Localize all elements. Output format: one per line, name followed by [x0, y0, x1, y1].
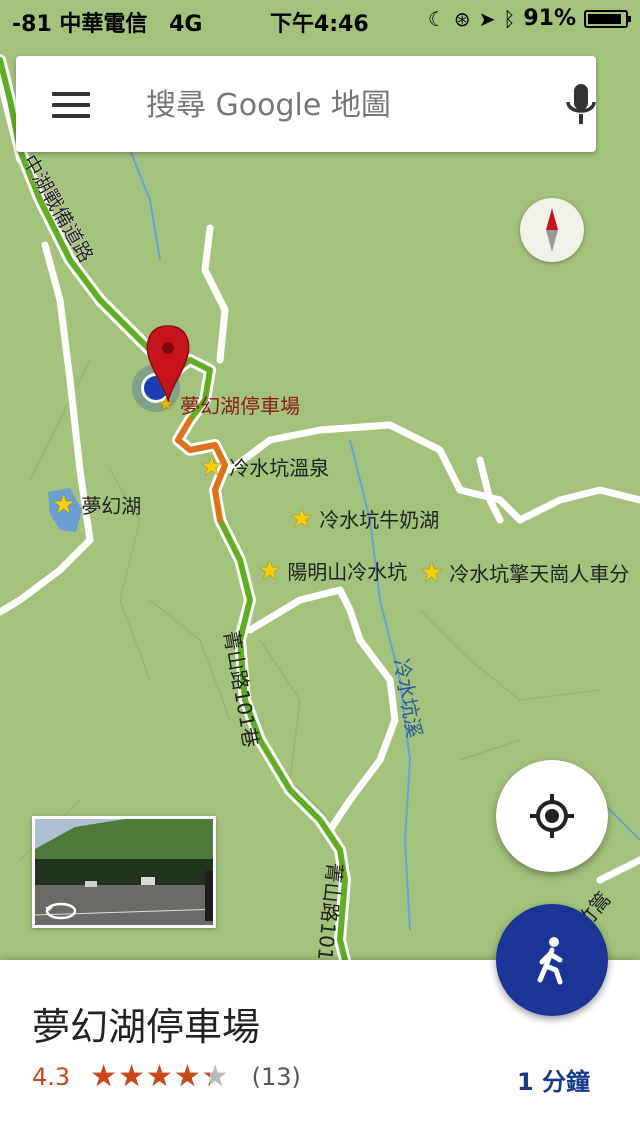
- battery-icon: [584, 9, 631, 28]
- poi-label: 夢幻湖停車場: [180, 394, 301, 418]
- my-location-icon: [530, 794, 574, 838]
- compass-button[interactable]: [520, 198, 584, 262]
- star-marker-icon: ★: [258, 555, 282, 586]
- poi-qingtiangang[interactable]: ★ 冷水坑擎天崗人車分: [420, 558, 629, 587]
- my-location-button[interactable]: [496, 760, 608, 872]
- rating-value: 4.3: [32, 1063, 71, 1091]
- rating-row: 4.3 ★★★★★ ★★★★★ (13): [32, 1062, 301, 1092]
- carrier-name: -81 中華電信: [12, 12, 148, 37]
- location-arrow-icon: ➤: [478, 6, 496, 31]
- 360-rotate-icon: [45, 902, 77, 920]
- bluetooth-icon: ᛒ: [503, 6, 516, 31]
- search-input[interactable]: [144, 80, 528, 130]
- poi-yangmingshan-lengshuikeng[interactable]: ★ 陽明山冷水坑: [258, 556, 407, 585]
- star-marker-icon: ★: [200, 451, 224, 482]
- star-marker-icon: ★: [420, 557, 444, 588]
- status-icons: ☾ ⊛ ➤ ᛒ 91%: [427, 6, 631, 31]
- battery-fill: [588, 13, 621, 24]
- hamburger-menu-icon[interactable]: [52, 92, 90, 118]
- travel-time: 1 分鐘: [516, 1068, 590, 1096]
- microphone-icon[interactable]: [564, 82, 598, 128]
- search-bar[interactable]: [16, 56, 596, 152]
- poi-label: 陽明山冷水坑: [287, 560, 408, 584]
- rotation-lock-icon: ⊛: [453, 6, 471, 31]
- status-bar: -81 中華電信 4G 下午4:46 ☾ ⊛ ➤ ᛒ 91%: [0, 0, 640, 40]
- poi-label: 夢幻湖: [81, 494, 142, 518]
- poi-milk-lake[interactable]: ★ 冷水坑牛奶湖: [290, 504, 439, 533]
- street-view-thumbnail[interactable]: [32, 816, 216, 928]
- compass-icon: [546, 208, 558, 252]
- poi-label: 冷水坑牛奶湖: [319, 508, 440, 532]
- carrier-info: -81 中華電信 4G: [12, 6, 202, 38]
- star-marker-icon: ★: [158, 393, 175, 415]
- poi-label: 冷水坑擎天崗人車分: [449, 562, 630, 586]
- poi-menghuan-parking[interactable]: ★ 夢幻湖停車場: [158, 390, 300, 419]
- star-marker-icon: ★: [290, 503, 314, 534]
- battery-percent: 91%: [523, 6, 576, 31]
- moon-icon: ☾: [427, 6, 446, 31]
- review-count[interactable]: (13): [252, 1063, 301, 1091]
- place-title: 夢幻湖停車場: [32, 1005, 261, 1049]
- poi-menghuan-lake[interactable]: ★ 夢幻湖: [52, 490, 141, 519]
- status-time: 下午4:46: [270, 12, 369, 37]
- network-type: 4G: [169, 12, 203, 37]
- walking-directions-button[interactable]: [496, 904, 608, 1016]
- walking-person-icon: [537, 937, 563, 985]
- star-marker-icon: ★: [52, 489, 76, 520]
- poi-label: 冷水坑溫泉: [229, 456, 330, 480]
- rating-stars: ★★★★★ ★★★★★: [90, 1059, 230, 1094]
- poi-lengshuikeng-hotspring[interactable]: ★ 冷水坑溫泉: [200, 452, 329, 481]
